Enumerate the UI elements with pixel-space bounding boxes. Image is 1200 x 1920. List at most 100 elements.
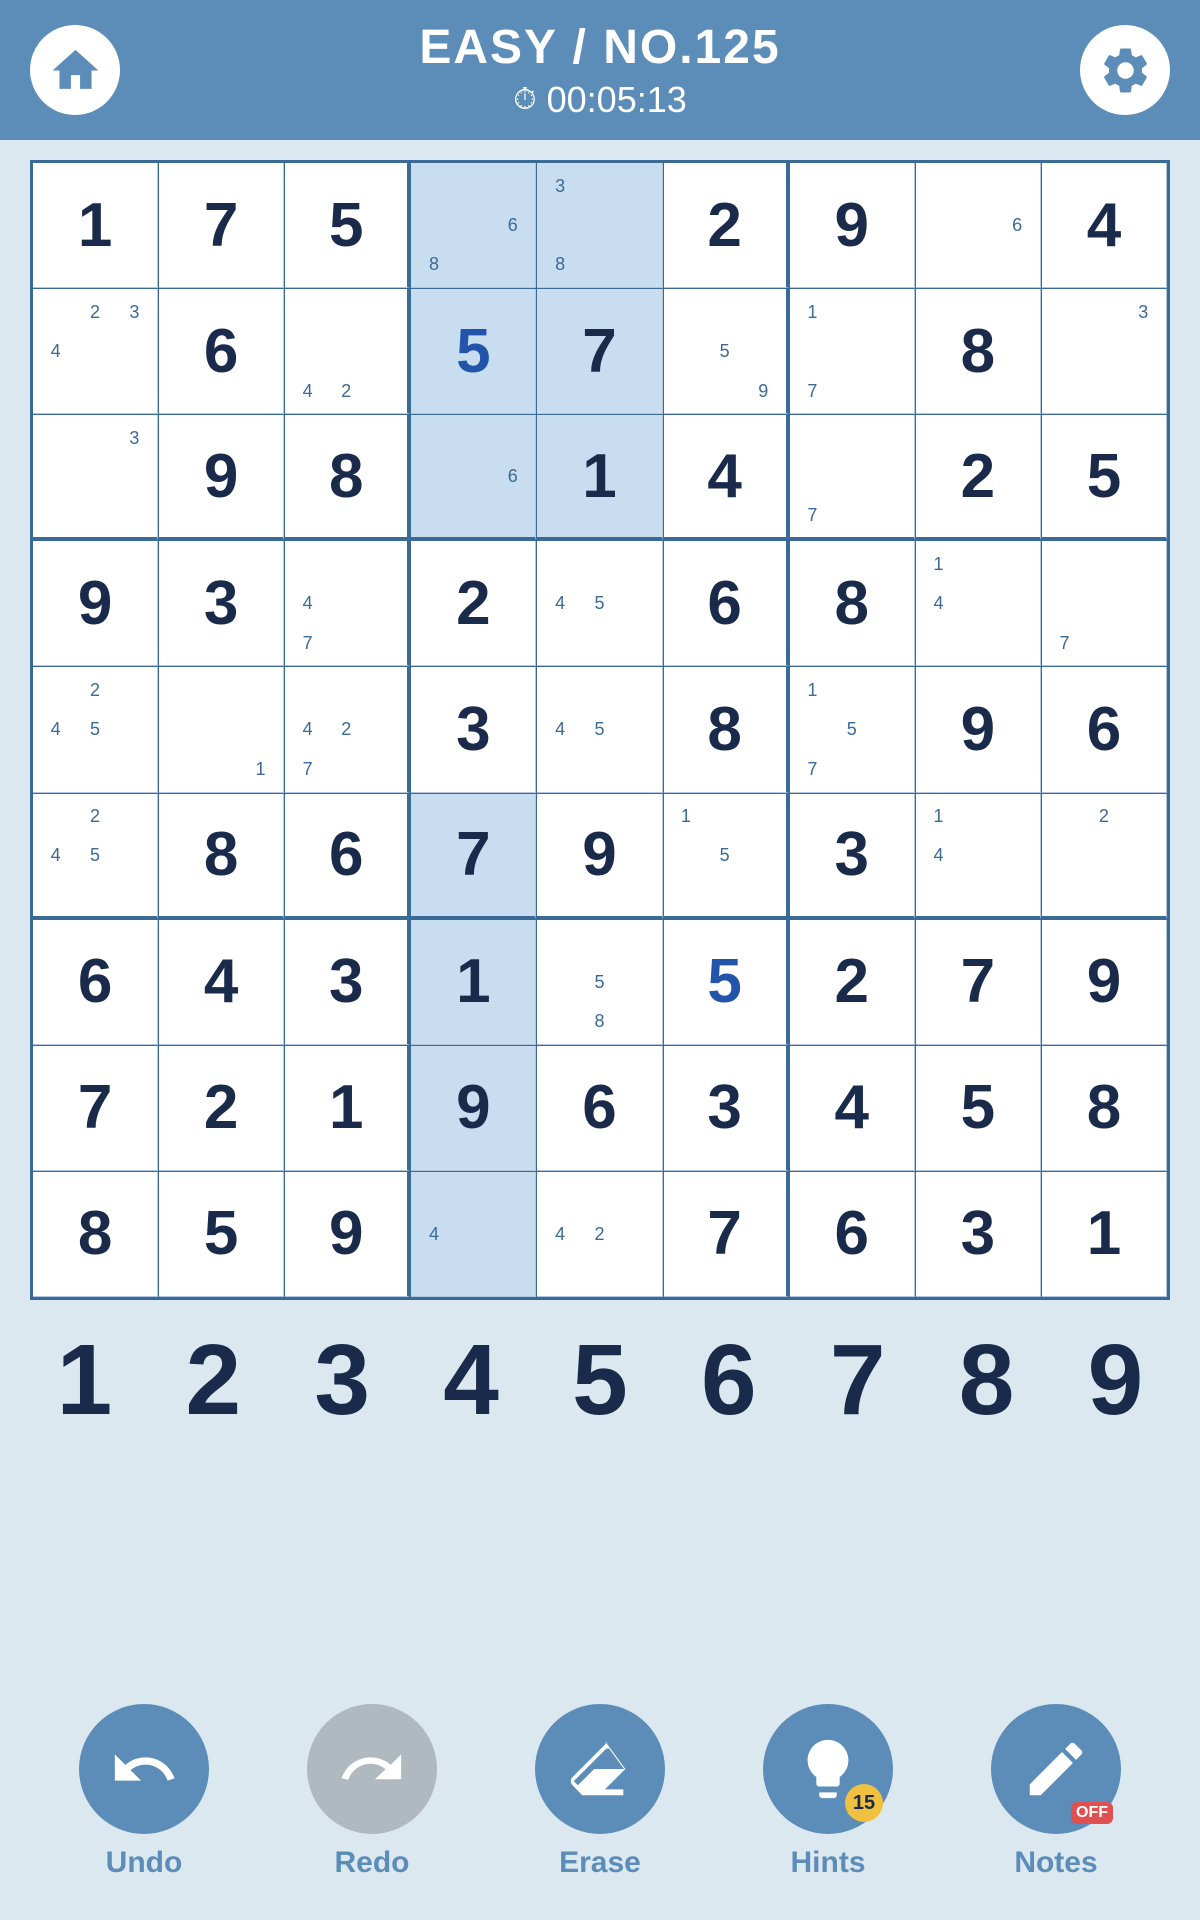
cell-8-4[interactable]: 42	[537, 1172, 662, 1297]
cell-3-1[interactable]: 3	[159, 541, 284, 666]
number-btn-8[interactable]: 8	[929, 1330, 1044, 1430]
cell-8-6[interactable]: 6	[790, 1172, 915, 1297]
cell-4-7[interactable]: 9	[916, 667, 1041, 792]
cell-2-1[interactable]: 9	[159, 415, 284, 540]
number-btn-1[interactable]: 1	[27, 1330, 142, 1430]
cell-6-3[interactable]: 1	[411, 920, 536, 1045]
cell-4-0[interactable]: 245	[33, 667, 158, 792]
cell-7-8[interactable]: 8	[1042, 1046, 1167, 1171]
note-digit-0-3-9	[493, 245, 532, 284]
cell-4-3[interactable]: 3	[411, 667, 536, 792]
cell-5-7[interactable]: 14	[916, 794, 1041, 919]
cell-6-2[interactable]: 3	[285, 920, 410, 1045]
cell-8-0[interactable]: 8	[33, 1172, 158, 1297]
cell-4-2[interactable]: 427	[285, 667, 410, 792]
cell-8-2[interactable]: 9	[285, 1172, 410, 1297]
cell-6-0[interactable]: 6	[33, 920, 158, 1045]
cell-8-1[interactable]: 5	[159, 1172, 284, 1297]
cell-4-4[interactable]: 45	[537, 667, 662, 792]
cell-7-0[interactable]: 7	[33, 1046, 158, 1171]
cell-5-1[interactable]: 8	[159, 794, 284, 919]
cell-1-3[interactable]: 5	[411, 289, 536, 414]
cell-1-5[interactable]: 59	[664, 289, 789, 414]
cell-3-0[interactable]: 9	[33, 541, 158, 666]
cell-6-7[interactable]: 7	[916, 920, 1041, 1045]
number-btn-7[interactable]: 7	[800, 1330, 915, 1430]
cell-0-6[interactable]: 9	[790, 163, 915, 288]
cell-8-5[interactable]: 7	[664, 1172, 789, 1297]
cell-8-3[interactable]: 4	[411, 1172, 536, 1297]
cell-0-8[interactable]: 4	[1042, 163, 1167, 288]
cell-8-7[interactable]: 3	[916, 1172, 1041, 1297]
gear-icon	[1098, 43, 1153, 98]
cell-5-5[interactable]: 15	[664, 794, 789, 919]
cell-2-5[interactable]: 4	[664, 415, 789, 540]
cell-5-2[interactable]: 6	[285, 794, 410, 919]
cell-0-7[interactable]: 6	[916, 163, 1041, 288]
cell-2-4[interactable]: 1	[537, 415, 662, 540]
cell-0-0[interactable]: 1	[33, 163, 158, 288]
settings-button[interactable]	[1080, 25, 1170, 115]
cell-2-6[interactable]: 7	[790, 415, 915, 540]
number-btn-5[interactable]: 5	[542, 1330, 657, 1430]
cell-5-3[interactable]: 7	[411, 794, 536, 919]
cell-7-2[interactable]: 1	[285, 1046, 410, 1171]
cell-3-3[interactable]: 2	[411, 541, 536, 666]
cell-3-6[interactable]: 8	[790, 541, 915, 666]
cell-0-4[interactable]: 38	[537, 163, 662, 288]
number-btn-2[interactable]: 2	[156, 1330, 271, 1430]
cell-8-8[interactable]: 1	[1042, 1172, 1167, 1297]
cell-1-8[interactable]: 3	[1042, 289, 1167, 414]
cell-0-1[interactable]: 7	[159, 163, 284, 288]
home-button[interactable]	[30, 25, 120, 115]
cell-5-0[interactable]: 245	[33, 794, 158, 919]
cell-6-8[interactable]: 9	[1042, 920, 1167, 1045]
cell-7-3[interactable]: 9	[411, 1046, 536, 1171]
cell-1-2[interactable]: 42	[285, 289, 410, 414]
cell-3-7[interactable]: 14	[916, 541, 1041, 666]
cell-1-1[interactable]: 6	[159, 289, 284, 414]
notes-button[interactable]: OFF Notes	[991, 1704, 1121, 1880]
cell-7-4[interactable]: 6	[537, 1046, 662, 1171]
cell-3-4[interactable]: 45	[537, 541, 662, 666]
cell-7-1[interactable]: 2	[159, 1046, 284, 1171]
cell-4-5[interactable]: 8	[664, 667, 789, 792]
cell-6-1[interactable]: 4	[159, 920, 284, 1045]
number-btn-4[interactable]: 4	[414, 1330, 529, 1430]
cell-5-6[interactable]: 3	[790, 794, 915, 919]
cell-3-8[interactable]: 7	[1042, 541, 1167, 666]
redo-button[interactable]: Redo	[307, 1704, 437, 1880]
undo-button[interactable]: Undo	[79, 1704, 209, 1880]
cell-2-7[interactable]: 2	[916, 415, 1041, 540]
cell-1-7[interactable]: 8	[916, 289, 1041, 414]
cell-4-6[interactable]: 157	[790, 667, 915, 792]
cell-6-4[interactable]: 58	[537, 920, 662, 1045]
cell-6-6[interactable]: 2	[790, 920, 915, 1045]
cell-3-5[interactable]: 6	[664, 541, 789, 666]
cell-4-8[interactable]: 6	[1042, 667, 1167, 792]
erase-button[interactable]: Erase	[535, 1704, 665, 1880]
number-btn-9[interactable]: 9	[1058, 1330, 1173, 1430]
hints-button[interactable]: 15 Hints	[763, 1704, 893, 1880]
cell-7-5[interactable]: 3	[664, 1046, 789, 1171]
number-btn-6[interactable]: 6	[671, 1330, 786, 1430]
cell-5-8[interactable]: 2	[1042, 794, 1167, 919]
cell-7-7[interactable]: 5	[916, 1046, 1041, 1171]
cell-2-3[interactable]: 6	[411, 415, 536, 540]
cell-2-2[interactable]: 8	[285, 415, 410, 540]
cell-4-1[interactable]: 1	[159, 667, 284, 792]
cell-0-3[interactable]: 68	[411, 163, 536, 288]
cell-0-2[interactable]: 5	[285, 163, 410, 288]
cell-1-0[interactable]: 234	[33, 289, 158, 414]
cell-2-0[interactable]: 3	[33, 415, 158, 540]
cell-5-4[interactable]: 9	[537, 794, 662, 919]
note-digit-1-2-1	[288, 292, 327, 331]
cell-7-6[interactable]: 4	[790, 1046, 915, 1171]
cell-1-6[interactable]: 17	[790, 289, 915, 414]
cell-2-8[interactable]: 5	[1042, 415, 1167, 540]
cell-0-5[interactable]: 2	[664, 163, 789, 288]
cell-6-5[interactable]: 5	[664, 920, 789, 1045]
number-btn-3[interactable]: 3	[285, 1330, 400, 1430]
cell-1-4[interactable]: 7	[537, 289, 662, 414]
cell-3-2[interactable]: 47	[285, 541, 410, 666]
